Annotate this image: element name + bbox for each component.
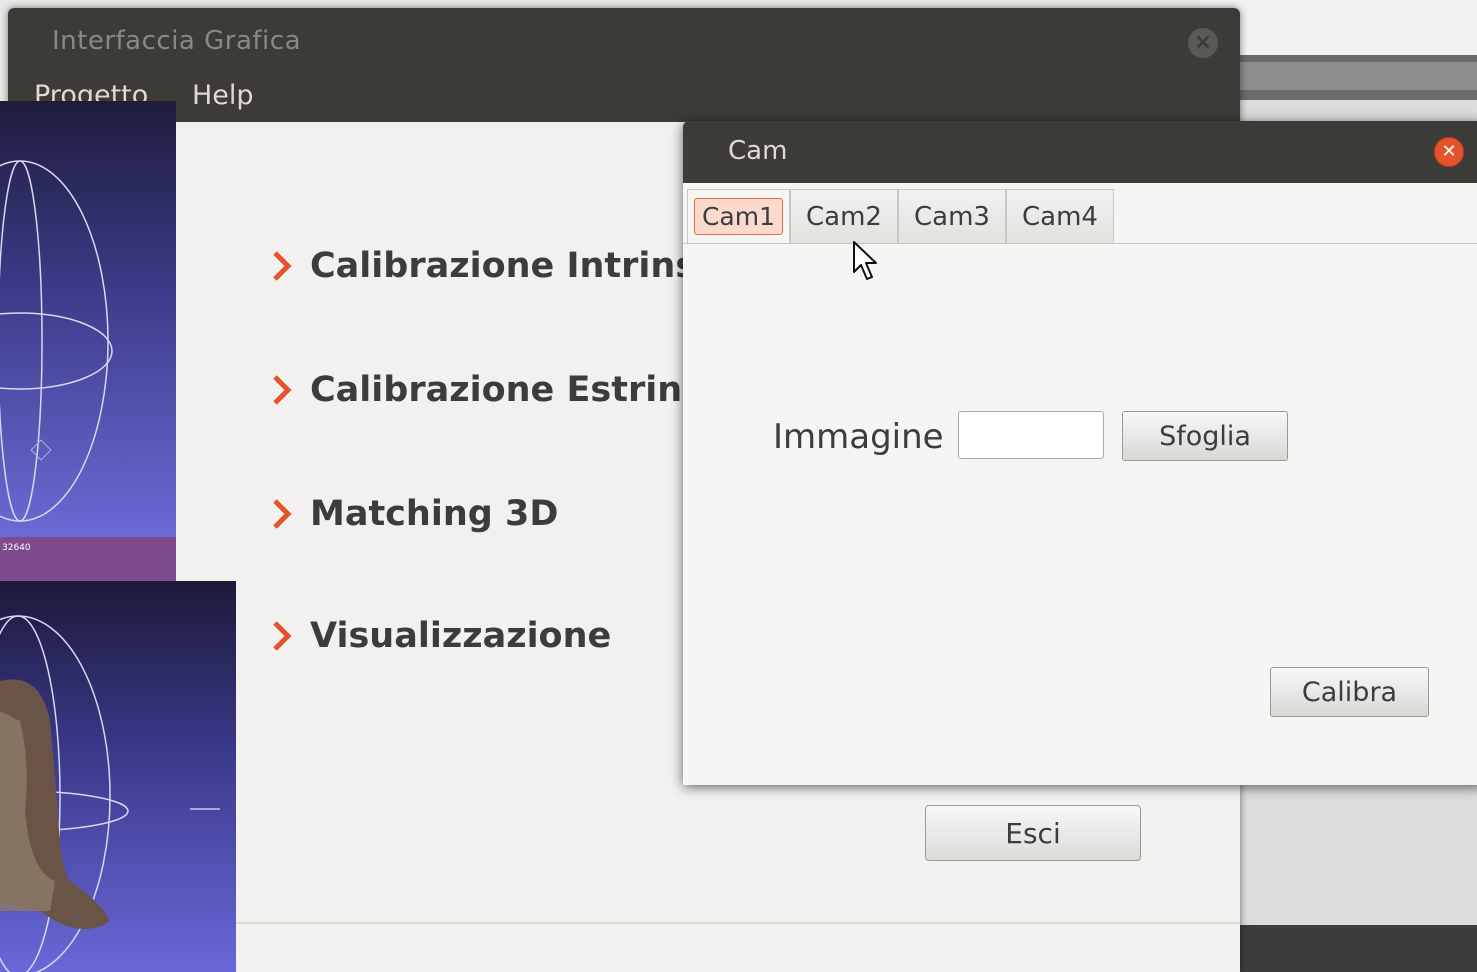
menubar: Progetto Help <box>8 70 1240 122</box>
tab-bar: Cam1 Cam2 Cam3 Cam4 <box>683 183 1477 244</box>
exit-button[interactable]: Esci <box>925 805 1141 861</box>
chevron-right-icon <box>273 375 292 405</box>
nav-item-calibrazione-intrinseca[interactable]: Calibrazione Intrinse <box>270 246 720 286</box>
nav-label: Visualizzazione <box>310 616 612 656</box>
tab-label: Cam3 <box>914 201 990 232</box>
main-window-title: Interfaccia Grafica <box>52 26 301 56</box>
close-icon[interactable]: ✕ <box>1434 137 1464 167</box>
viewer-status-bar: 32640 <box>0 537 176 581</box>
viewer-status-text: 32640 <box>2 543 31 553</box>
main-titlebar: Interfaccia Grafica × <box>8 8 1240 70</box>
mouse-cursor-icon <box>853 241 877 280</box>
browse-button[interactable]: Sfoglia <box>1122 411 1288 461</box>
nav-label: Calibrazione Estrinse <box>310 370 727 410</box>
tab-label: Cam1 <box>693 198 784 235</box>
divider <box>236 922 1240 924</box>
tab-label: Cam2 <box>806 201 882 232</box>
nav-item-matching-3d[interactable]: Matching 3D <box>270 494 558 534</box>
image-label: Immagine <box>773 417 944 457</box>
calibrate-button[interactable]: Calibra <box>1270 667 1429 717</box>
cam-dialog: Cam ✕ Cam1 Cam2 Cam3 Cam4 Immagine Sfogl… <box>683 121 1477 785</box>
cam-titlebar: Cam ✕ <box>683 121 1477 183</box>
tab-cam1[interactable]: Cam1 <box>687 189 790 243</box>
nav-label: Matching 3D <box>310 494 559 534</box>
wireframe-sphere <box>0 160 113 522</box>
tab-cam2[interactable]: Cam2 <box>790 189 898 243</box>
tab-label: Cam4 <box>1022 201 1098 232</box>
nav-label: Calibrazione Intrinse <box>310 246 720 286</box>
tab-cam3[interactable]: Cam3 <box>898 189 1006 243</box>
nav-item-calibrazione-estrinseca[interactable]: Calibrazione Estrinse <box>270 370 727 410</box>
nav-item-visualizzazione[interactable]: Visualizzazione <box>270 616 611 656</box>
cam-dialog-title: Cam <box>728 136 788 166</box>
chevron-right-icon <box>273 251 292 281</box>
image-path-input[interactable] <box>958 411 1104 459</box>
3d-viewer-face-thumbnail <box>0 581 236 972</box>
chevron-right-icon <box>273 499 292 529</box>
menu-help[interactable]: Help <box>192 80 254 111</box>
3d-viewer-thumbnail: 32640 <box>0 101 176 581</box>
close-icon[interactable]: × <box>1188 28 1218 58</box>
chevron-right-icon <box>273 621 292 651</box>
face-point-cloud <box>0 615 220 972</box>
tab-cam4[interactable]: Cam4 <box>1006 189 1114 243</box>
